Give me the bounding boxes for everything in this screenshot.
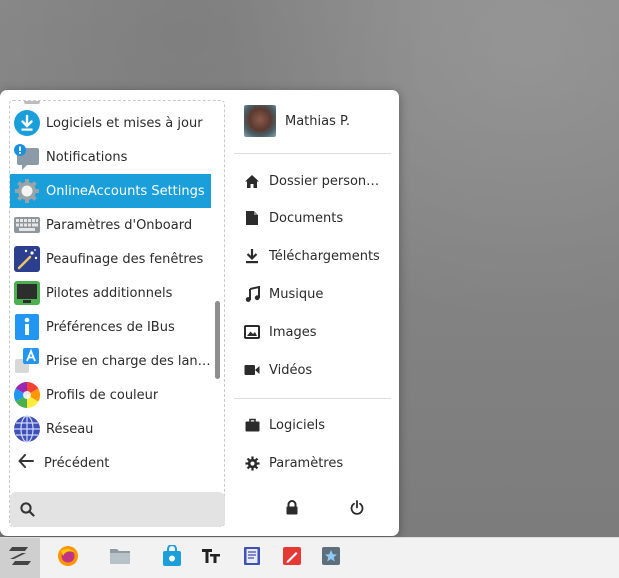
place-label: Dossier person… (269, 173, 380, 189)
place-label: Téléchargements (269, 248, 380, 264)
user-name: Mathias P. (285, 113, 350, 129)
back-button[interactable]: Précédent (18, 453, 109, 473)
place-downloads[interactable]: Téléchargements (243, 246, 380, 266)
window-tweaks-icon (13, 245, 41, 273)
image-icon (243, 323, 261, 341)
start-menu-button[interactable] (0, 538, 40, 578)
previous-item-edge (24, 101, 40, 104)
place-documents[interactable]: Documents (243, 208, 343, 228)
language-support-icon (13, 347, 41, 375)
taskbar-files[interactable] (100, 538, 140, 578)
app-item-label: Logiciels et mises à jour (46, 115, 203, 131)
app-list-scrollbar[interactable] (215, 301, 220, 379)
app-item-label: Réseau (46, 421, 94, 437)
place-images[interactable]: Images (243, 322, 317, 342)
system-label: Logiciels (269, 417, 325, 433)
taskbar-software-store[interactable] (152, 538, 192, 578)
folder-icon (109, 546, 131, 570)
system-settings[interactable]: Paramètres (243, 453, 343, 473)
network-globe-icon (13, 415, 41, 443)
divider (234, 398, 391, 399)
video-icon (243, 361, 261, 379)
system-software[interactable]: Logiciels (243, 415, 325, 435)
document-viewer-icon (243, 546, 261, 570)
app-item-label: Peaufinage des fenêtres (46, 251, 204, 267)
place-label: Documents (269, 210, 344, 226)
app-item-label: Notifications (46, 149, 128, 165)
app-item-window-tweaks[interactable]: Peaufinage des fenêtres (10, 242, 211, 276)
app-item-label: Prise en charge des lan… (46, 353, 211, 369)
power-icon (350, 500, 364, 519)
home-icon (243, 172, 261, 190)
drivers-chip-icon (13, 279, 41, 307)
taskbar-fonts[interactable] (191, 538, 231, 578)
search-icon (20, 502, 35, 521)
download-icon (243, 247, 261, 265)
firefox-icon (57, 545, 79, 571)
place-label: Images (269, 324, 317, 340)
place-label: Vidéos (269, 362, 313, 378)
app-item-ibus[interactable]: Préférences de IBus (10, 310, 211, 344)
start-menu: Logiciels et mises à jour Notifications … (0, 90, 399, 536)
zorin-logo-icon (8, 545, 32, 571)
notifications-icon (13, 143, 41, 171)
lock-icon (285, 500, 299, 519)
app-item-label: Préférences de IBus (46, 319, 175, 335)
user-account[interactable]: Mathias P. (244, 105, 350, 137)
music-icon (243, 285, 261, 303)
taskbar-image-viewer[interactable] (311, 538, 351, 578)
place-music[interactable]: Musique (243, 284, 323, 304)
app-item-onboard[interactable]: Paramètres d'Onboard (10, 208, 211, 242)
store-bag-icon (162, 544, 182, 571)
taskbar-text-editor[interactable] (272, 538, 312, 578)
system-label: Paramètres (269, 455, 344, 471)
taskbar-document-viewer[interactable] (232, 538, 272, 578)
briefcase-icon (243, 416, 261, 434)
color-wheel-icon (13, 381, 41, 409)
app-item-label: OnlineAccounts Settings (46, 183, 205, 199)
avatar (244, 105, 276, 137)
gear-icon (243, 454, 261, 472)
lock-button[interactable] (285, 500, 299, 519)
app-item-notifications[interactable]: Notifications (10, 140, 211, 174)
documents-icon (243, 209, 261, 227)
app-item-online-accounts[interactable]: OnlineAccounts Settings (10, 174, 211, 208)
taskbar-firefox[interactable] (48, 538, 88, 578)
image-viewer-icon (321, 546, 341, 570)
place-label: Musique (269, 286, 324, 302)
keyboard-icon (13, 211, 41, 239)
divider (234, 153, 391, 154)
app-item-network[interactable]: Réseau (10, 412, 211, 446)
text-editor-pencil-icon (282, 546, 302, 570)
app-item-label: Pilotes additionnels (46, 285, 173, 301)
online-accounts-gear-icon (13, 177, 41, 205)
font-tt-icon (201, 547, 221, 569)
software-update-icon (13, 109, 41, 137)
back-button-label: Précédent (44, 455, 110, 471)
app-item-software-updates[interactable]: Logiciels et mises à jour (10, 106, 211, 140)
app-item-drivers[interactable]: Pilotes additionnels (10, 276, 211, 310)
search-field[interactable] (10, 492, 225, 527)
taskbar (0, 537, 619, 578)
arrow-left-icon (18, 454, 34, 472)
app-item-label: Paramètres d'Onboard (46, 217, 193, 233)
info-icon (13, 313, 41, 341)
power-button[interactable] (350, 500, 364, 519)
place-home[interactable]: Dossier person… (243, 171, 379, 191)
app-item-color-profiles[interactable]: Profils de couleur (10, 378, 211, 412)
place-videos[interactable]: Vidéos (243, 360, 312, 380)
app-item-language-support[interactable]: Prise en charge des lan… (10, 344, 211, 378)
app-item-label: Profils de couleur (46, 387, 159, 403)
